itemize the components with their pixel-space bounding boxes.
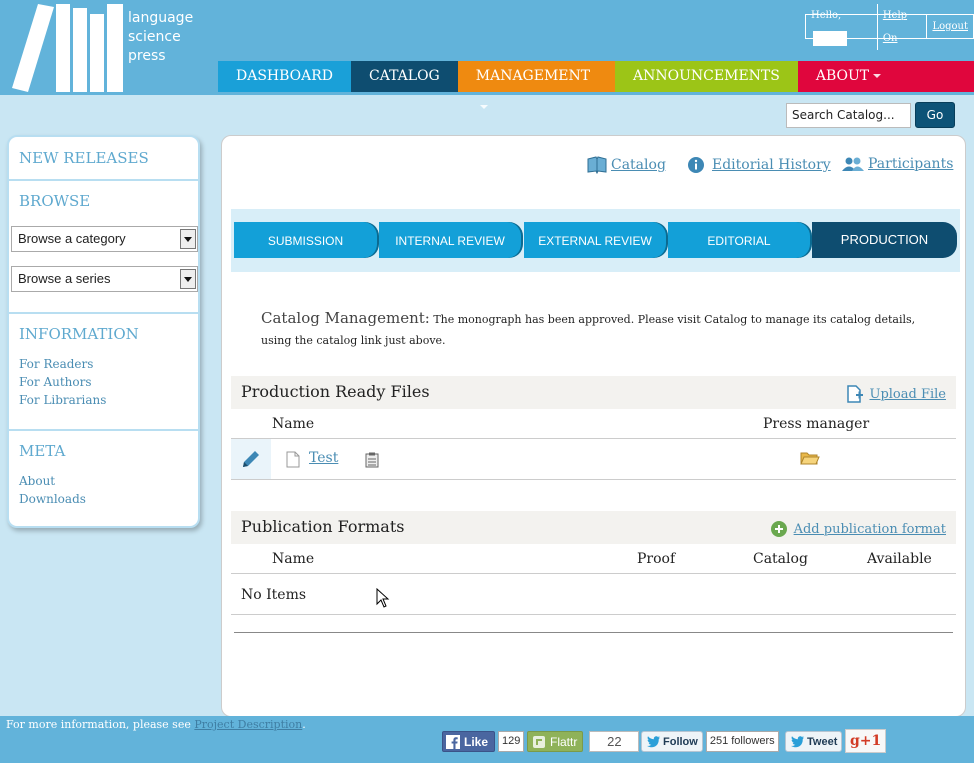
footer-text: For more information, please see Project… — [6, 718, 306, 731]
new-releases-link[interactable]: NEW RELEASES — [19, 149, 149, 167]
divider — [231, 614, 956, 615]
editorial-history-link[interactable]: Editorial History — [687, 156, 831, 174]
chevron-down-icon — [180, 229, 196, 249]
facebook-icon — [446, 734, 460, 749]
file-icon — [286, 451, 300, 468]
tab-external-review[interactable]: EXTERNAL REVIEW — [524, 222, 666, 258]
file-name-link[interactable]: Test — [309, 450, 338, 466]
nav-dashboard[interactable]: DASHBOARD — [218, 61, 352, 92]
catalog-notice: Catalog Management: The monograph has be… — [261, 308, 921, 351]
col-catalog: Catalog — [753, 551, 808, 567]
mouse-cursor-icon — [376, 588, 390, 608]
twitter-icon — [791, 735, 804, 747]
logo-books-icon[interactable] — [10, 4, 125, 92]
hello-text: Hello, — [806, 4, 877, 50]
divider — [231, 479, 956, 480]
username — [813, 30, 847, 46]
info-icon — [688, 157, 704, 173]
flattr: Flattr 22 — [527, 731, 640, 752]
project-description-link[interactable]: Project Description — [194, 718, 302, 731]
table-row: Test — [231, 439, 956, 479]
browse-category-select[interactable]: Browse a category — [11, 226, 198, 252]
main-nav: DASHBOARD CATALOG MANAGEMENT ANNOUNCEMEN… — [218, 61, 974, 109]
divider — [231, 573, 956, 574]
gplus-button[interactable]: g+1 — [845, 728, 887, 753]
about-link[interactable]: About — [19, 474, 55, 488]
footer: For more information, please see Project… — [0, 716, 974, 763]
twitter-tweet: Tweet — [785, 731, 843, 752]
flattr-count: 22 — [589, 731, 640, 752]
col-proof: Proof — [637, 551, 676, 567]
for-librarians-link[interactable]: For Librarians — [19, 393, 106, 407]
participants-link[interactable]: Participants — [842, 156, 953, 172]
divider — [9, 179, 198, 181]
follow-button[interactable]: Follow — [641, 731, 703, 752]
for-readers-link[interactable]: For Readers — [19, 357, 93, 371]
brand-name[interactable]: language science press — [128, 9, 193, 66]
col-name: Name — [272, 551, 315, 567]
notice-label: Catalog Management: — [261, 309, 430, 327]
publication-formats-title: Publication Formats — [241, 517, 405, 536]
header: language science press Hello, Help On Lo… — [0, 0, 974, 109]
tab-production[interactable]: PRODUCTION — [812, 222, 957, 258]
nav-announcements[interactable]: ANNOUNCEMENTS — [615, 61, 798, 92]
upload-file-button[interactable]: Upload File — [846, 385, 946, 403]
nav-management[interactable]: MANAGEMENT — [457, 61, 616, 109]
for-authors-link[interactable]: For Authors — [19, 375, 92, 389]
like-button[interactable]: Like — [442, 731, 496, 752]
like-count: 129 — [498, 731, 525, 752]
book-icon — [587, 156, 607, 174]
upload-file-icon — [846, 385, 863, 403]
publication-formats-header: Publication Formats Add publication form… — [231, 511, 956, 544]
nav-catalog[interactable]: CATALOG — [351, 61, 458, 92]
flattr-button[interactable]: Flattr — [527, 731, 584, 752]
chevron-down-icon — [873, 74, 882, 78]
information-heading: INFORMATION — [19, 325, 139, 343]
empty-message: No Items — [241, 587, 307, 603]
twitter-follow: Follow 251 followers — [641, 731, 779, 752]
tweet-button[interactable]: Tweet — [785, 731, 843, 752]
divider — [9, 429, 198, 431]
divider — [9, 312, 198, 314]
production-files-header: Production Ready Files Upload File — [231, 376, 956, 409]
production-files-title: Production Ready Files — [241, 382, 430, 401]
chevron-down-icon — [180, 269, 196, 289]
participants-icon — [842, 157, 864, 171]
logout-link[interactable]: Logout — [926, 15, 973, 38]
main-panel: Catalog Editorial History Participants S… — [221, 135, 966, 717]
workflow-stages: SUBMISSION INTERNAL REVIEW EXTERNAL REVI… — [231, 209, 960, 272]
col-name: Name — [272, 416, 315, 432]
divider — [234, 632, 953, 633]
tab-internal-review[interactable]: INTERNAL REVIEW — [379, 222, 521, 258]
add-publication-format-button[interactable]: Add publication format — [770, 520, 946, 538]
downloads-link[interactable]: Downloads — [19, 492, 86, 506]
meta-heading: META — [19, 442, 66, 460]
search-input[interactable]: Search Catalog... — [786, 103, 911, 128]
catalog-link[interactable]: Catalog — [587, 156, 666, 174]
google-plus: g+1 — [845, 728, 887, 753]
followers-count: 251 followers — [705, 731, 779, 752]
add-icon — [770, 521, 787, 537]
user-box: Hello, Help On Logout — [805, 3, 974, 50]
pencil-icon — [243, 451, 259, 467]
sidebar: NEW RELEASES BROWSE Browse a category Br… — [7, 135, 200, 528]
nav-about[interactable]: ABOUT — [797, 61, 974, 92]
tab-editorial[interactable]: EDITORIAL — [668, 222, 810, 258]
tab-submission[interactable]: SUBMISSION — [234, 222, 377, 258]
flattr-icon — [533, 735, 545, 748]
help-link[interactable]: Help On — [876, 3, 927, 50]
browse-heading: BROWSE — [19, 192, 91, 210]
col-press-manager: Press manager — [763, 416, 870, 432]
folder-icon[interactable] — [800, 451, 820, 466]
search-go-button[interactable]: Go — [915, 102, 955, 128]
twitter-icon — [647, 735, 660, 747]
chevron-down-icon — [479, 105, 488, 109]
clipboard-icon[interactable] — [365, 452, 379, 468]
col-available: Available — [867, 551, 932, 567]
browse-series-select[interactable]: Browse a series — [11, 266, 198, 292]
edit-cell[interactable] — [231, 439, 271, 479]
facebook-like: Like 129 — [442, 731, 525, 752]
